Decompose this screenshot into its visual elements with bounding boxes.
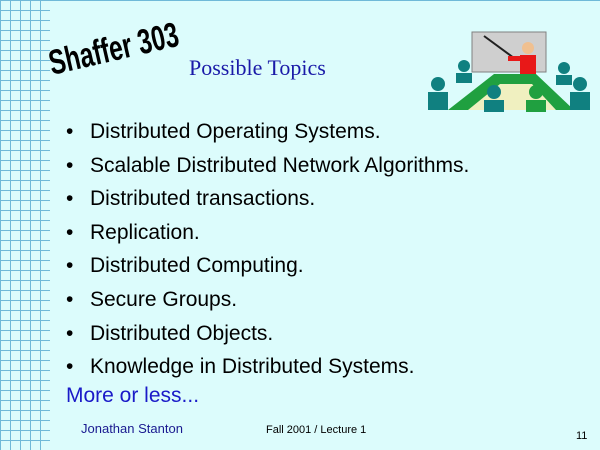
logo-text: Shaffer 303	[45, 15, 182, 83]
course-logo: Shaffer 303	[45, 15, 182, 83]
page-number: 11	[576, 430, 588, 442]
list-item: Distributed Computing.	[66, 249, 469, 283]
author-name: Jonathan Stanton	[81, 421, 183, 436]
closing-text: More or less...	[66, 384, 200, 407]
list-item: Distributed transactions.	[66, 182, 469, 216]
list-item: Scalable Distributed Network Algorithms.	[66, 149, 469, 183]
slide-title: Possible Topics	[189, 55, 326, 80]
list-item: Replication.	[66, 216, 469, 250]
presentation-clipart-icon	[428, 31, 590, 112]
top-rule	[0, 0, 600, 1]
list-item: Knowledge in Distributed Systems.	[66, 350, 469, 384]
list-item: Secure Groups.	[66, 283, 469, 317]
list-item: Distributed Objects.	[66, 317, 469, 351]
footer-text: Fall 2001 / Lecture 1	[266, 424, 367, 436]
topic-list: Distributed Operating Systems. Scalable …	[66, 115, 469, 384]
list-item: Distributed Operating Systems.	[66, 115, 469, 149]
grid-decoration	[0, 0, 50, 450]
